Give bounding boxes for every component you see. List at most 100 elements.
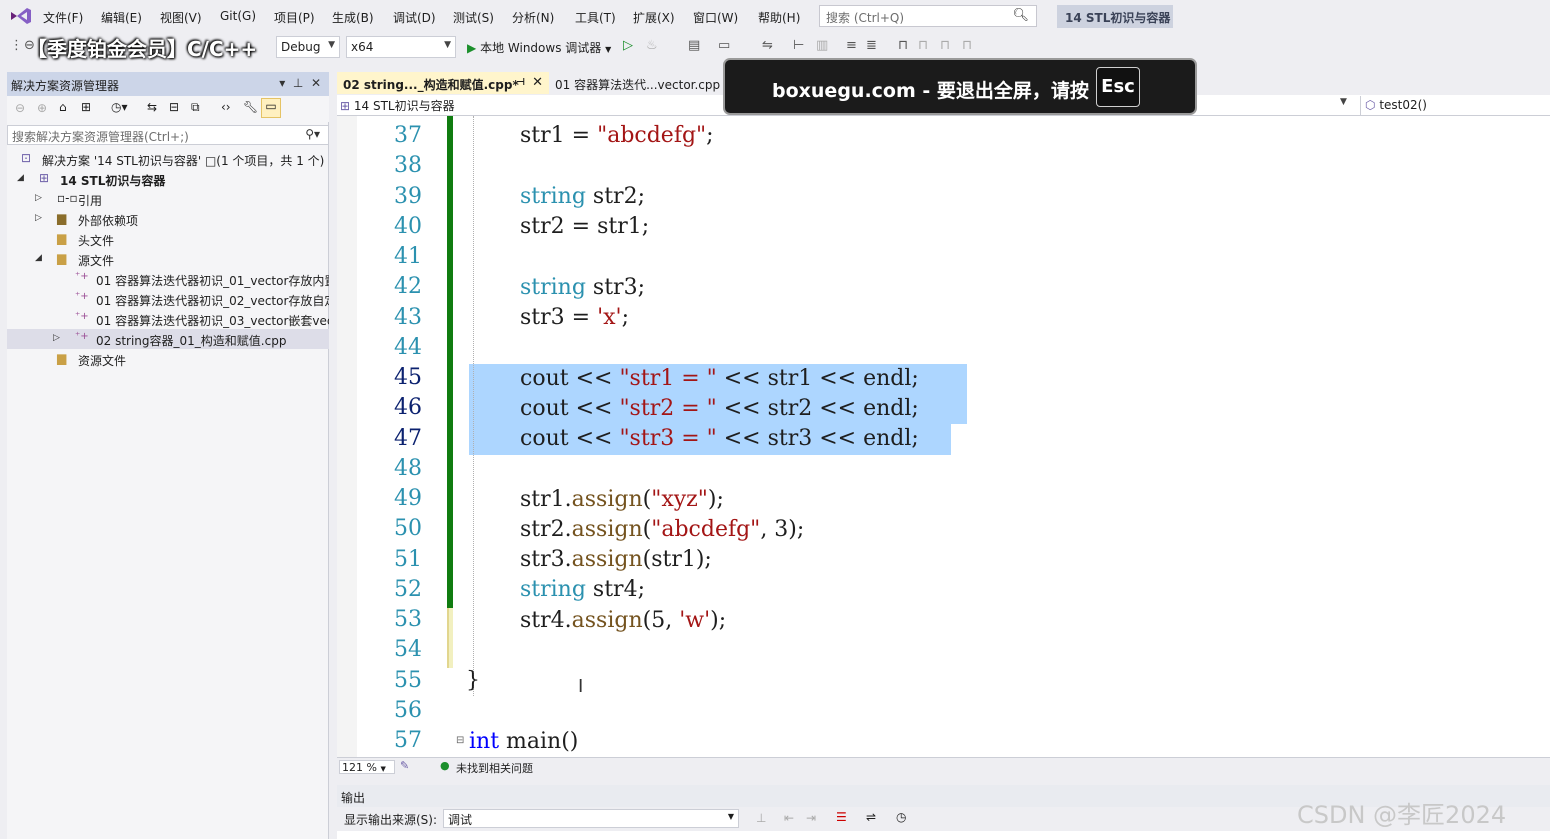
output-source-dropdown[interactable]: 调试 ▼ — [443, 809, 739, 828]
open-folder-icon[interactable]: ▤ — [688, 38, 700, 53]
collapsed-arrow-icon[interactable]: ▷ — [35, 193, 42, 203]
menu-item[interactable]: 窗口(W) — [693, 9, 738, 26]
sync-icon[interactable]: ⇆ — [147, 100, 157, 114]
menu-item[interactable]: 生成(B) — [332, 9, 374, 26]
line-number: 40 — [394, 213, 422, 239]
menu-item[interactable]: 文件(F) — [43, 9, 83, 26]
wrench-icon[interactable]: 🔧︎ — [243, 100, 258, 114]
menu-item[interactable]: 帮助(H) — [758, 9, 800, 26]
line-number: 54 — [394, 637, 422, 663]
collapse-outline-icon[interactable]: ⊟ — [456, 735, 464, 746]
bookmark-prev-icon[interactable]: ⊓ — [918, 38, 928, 53]
bookmark-next-icon[interactable]: ⊓ — [940, 38, 950, 53]
preview-icon[interactable]: ▭ — [261, 98, 281, 118]
tree-item-references[interactable]: ▷ ▫-▫ 引用 — [7, 189, 329, 209]
show-all-files-icon[interactable]: ⧉ — [191, 100, 200, 115]
collapse-all-icon[interactable]: ⊟ — [169, 100, 179, 114]
filter-folder-icon: ▆ — [57, 351, 67, 365]
tree-item-file[interactable]: ⁺+ 01 容器算法迭代器初识_02_vector存放自定 — [7, 289, 329, 309]
tree-item-file[interactable]: ⁺+ 01 容器算法迭代器初识_03_vector嵌套vect — [7, 309, 329, 329]
config-dropdown[interactable]: Debug ▼ — [276, 36, 340, 58]
collapsed-arrow-icon[interactable]: ▷ — [35, 213, 42, 223]
tree-item-file[interactable]: ⁺+ 01 容器算法迭代器初识_01_vector存放内置 — [7, 269, 329, 289]
tree-item-file-selected[interactable]: ▷ ⁺+ 02 string容器_01_构造和赋值.cpp — [7, 329, 329, 349]
disabled-tool-icon[interactable]: ▥ — [816, 38, 828, 53]
solution-search-input[interactable]: 搜索解决方案资源管理器(Ctrl+;) ⚲▾ — [7, 125, 329, 145]
find-message-icon[interactable]: ⊥ — [756, 811, 766, 825]
menu-item[interactable]: Git(G) — [220, 9, 256, 23]
search-input[interactable]: 搜索 (Ctrl+Q) 🔍︎ — [819, 5, 1037, 27]
step-icon[interactable]: ⇋ — [762, 38, 773, 53]
prev-message-icon[interactable]: ⇤ — [784, 811, 794, 825]
bookmark-clear-icon[interactable]: ⊓ — [962, 38, 972, 53]
cpp-file-icon: ⁺+ — [75, 291, 89, 302]
line-number: 53 — [394, 607, 422, 632]
tree-item-headers[interactable]: ▆ 头文件 — [7, 229, 329, 249]
tree-item-solution[interactable]: ⊡ 解决方案 '14 STL初识与容器' □(1 个项目，共 1 个) — [7, 149, 329, 169]
tree-item-label: 01 容器算法迭代器初识_02_vector存放自定 — [96, 294, 329, 308]
function-dropdown[interactable]: ⬡ test02() — [1360, 96, 1550, 116]
project-scope-dropdown[interactable]: ⊞ 14 STL初识与容器 — [340, 97, 455, 114]
output-content[interactable] — [337, 831, 1550, 839]
hot-reload-icon[interactable]: ♨ — [646, 38, 658, 53]
line-number: 57 — [394, 728, 422, 753]
menu-item[interactable]: 编辑(E) — [101, 9, 142, 26]
panel-title: 解决方案资源管理器 — [11, 79, 120, 93]
outdent-icon[interactable]: ≣ — [866, 38, 877, 53]
tree-item-sources[interactable]: ◢ ▆ 源文件 — [7, 249, 329, 269]
tab-string-assign[interactable]: 02 string..._构造和赋值.cpp* ⊣ ✕ — [337, 72, 549, 94]
panel-controls[interactable]: ▾ ⊥ ✕ — [279, 76, 321, 90]
home-icon[interactable]: ⌂ — [59, 100, 67, 114]
menu-item[interactable]: 测试(S) — [453, 9, 494, 26]
start-debugger-button[interactable]: ▶ 本地 Windows 调试器 ▼ — [467, 39, 611, 56]
code-icon[interactable]: ‹› — [221, 100, 231, 114]
clear-all-icon[interactable]: ☰ — [836, 810, 847, 824]
menu-item[interactable]: 分析(N) — [512, 9, 554, 26]
collapsed-arrow-icon[interactable]: ▷ — [53, 333, 60, 343]
history-icon[interactable]: ◷▾ — [111, 100, 128, 114]
tree-item-project[interactable]: ◢ ⊞ 14 STL初识与容器 — [7, 169, 329, 189]
intellicode-icon[interactable]: ✎ — [400, 759, 409, 772]
next-message-icon[interactable]: ⇥ — [806, 811, 816, 825]
start-without-debug-icon[interactable]: ▷ — [623, 38, 633, 53]
tab-vector[interactable]: 01 容器算法迭代...vector.cpp — [549, 72, 720, 94]
timestamp-icon[interactable]: ◷ — [896, 810, 906, 824]
issues-status[interactable]: 未找到相关问题 — [456, 760, 533, 776]
tree-item-resources[interactable]: ▆ 资源文件 — [7, 349, 329, 369]
tree-item-external-deps[interactable]: ▷ ▆ 外部依赖项 — [7, 209, 329, 229]
solution-name-badge[interactable]: 14 STL初识与容器 — [1057, 5, 1173, 28]
visual-studio-logo-icon[interactable] — [9, 6, 33, 26]
chevron-down-icon[interactable]: ▼ — [1340, 97, 1347, 107]
indent-icon[interactable]: ≡ — [846, 38, 857, 53]
zoom-dropdown[interactable]: 121 % ▼ — [339, 760, 395, 774]
menu-item[interactable]: 扩展(X) — [633, 9, 675, 26]
tab-label: 02 string..._构造和赋值.cpp* — [343, 78, 519, 92]
menu-item[interactable]: 工具(T) — [575, 9, 616, 26]
platform-dropdown[interactable]: x64 ▼ — [346, 36, 456, 58]
close-icon[interactable]: ✕ — [532, 75, 543, 90]
layout-icon[interactable]: ▭ — [718, 38, 730, 53]
line-number: 43 — [394, 304, 422, 330]
switch-views-icon[interactable]: ⊞ — [81, 100, 91, 114]
config-value: Debug — [281, 40, 321, 54]
back-icon[interactable]: ⊖ — [15, 101, 25, 115]
code-line-55: } — [466, 668, 480, 693]
solution-explorer-toolbar: ⊖ ⊕ ⌂ ⊞ ◷▾ ⇆ ⊟ ⧉ ‹› 🔧︎ ▭ — [7, 96, 329, 122]
menu-item[interactable]: 视图(V) — [160, 9, 202, 26]
expanded-arrow-icon[interactable]: ◢ — [35, 253, 42, 263]
forward-icon[interactable]: ⊕ — [37, 101, 47, 115]
word-wrap-icon[interactable]: ⇌ — [866, 810, 876, 824]
search-placeholder: 搜索 (Ctrl+Q) — [826, 11, 905, 25]
expanded-arrow-icon[interactable]: ◢ — [17, 173, 24, 183]
bookmark-icon[interactable]: ⊓ — [898, 38, 908, 53]
output-source-label: 显示输出来源(S): — [344, 813, 438, 827]
breakpoint-icon[interactable]: ⊢ — [793, 38, 804, 53]
esc-key-badge: Esc — [1096, 67, 1140, 107]
code-line-53: str4.assign(5, 'w'); — [520, 608, 727, 633]
menu-item[interactable]: 项目(P) — [274, 9, 315, 26]
tree-item-label: 14 STL初识与容器 — [60, 174, 166, 188]
pin-icon[interactable]: ⊣ — [516, 77, 525, 88]
solution-explorer-title: 解决方案资源管理器 ▾ ⊥ ✕ — [7, 72, 329, 96]
tree-item-label: 01 容器算法迭代器初识_03_vector嵌套vect — [96, 314, 329, 328]
menu-item[interactable]: 调试(D) — [393, 9, 436, 26]
